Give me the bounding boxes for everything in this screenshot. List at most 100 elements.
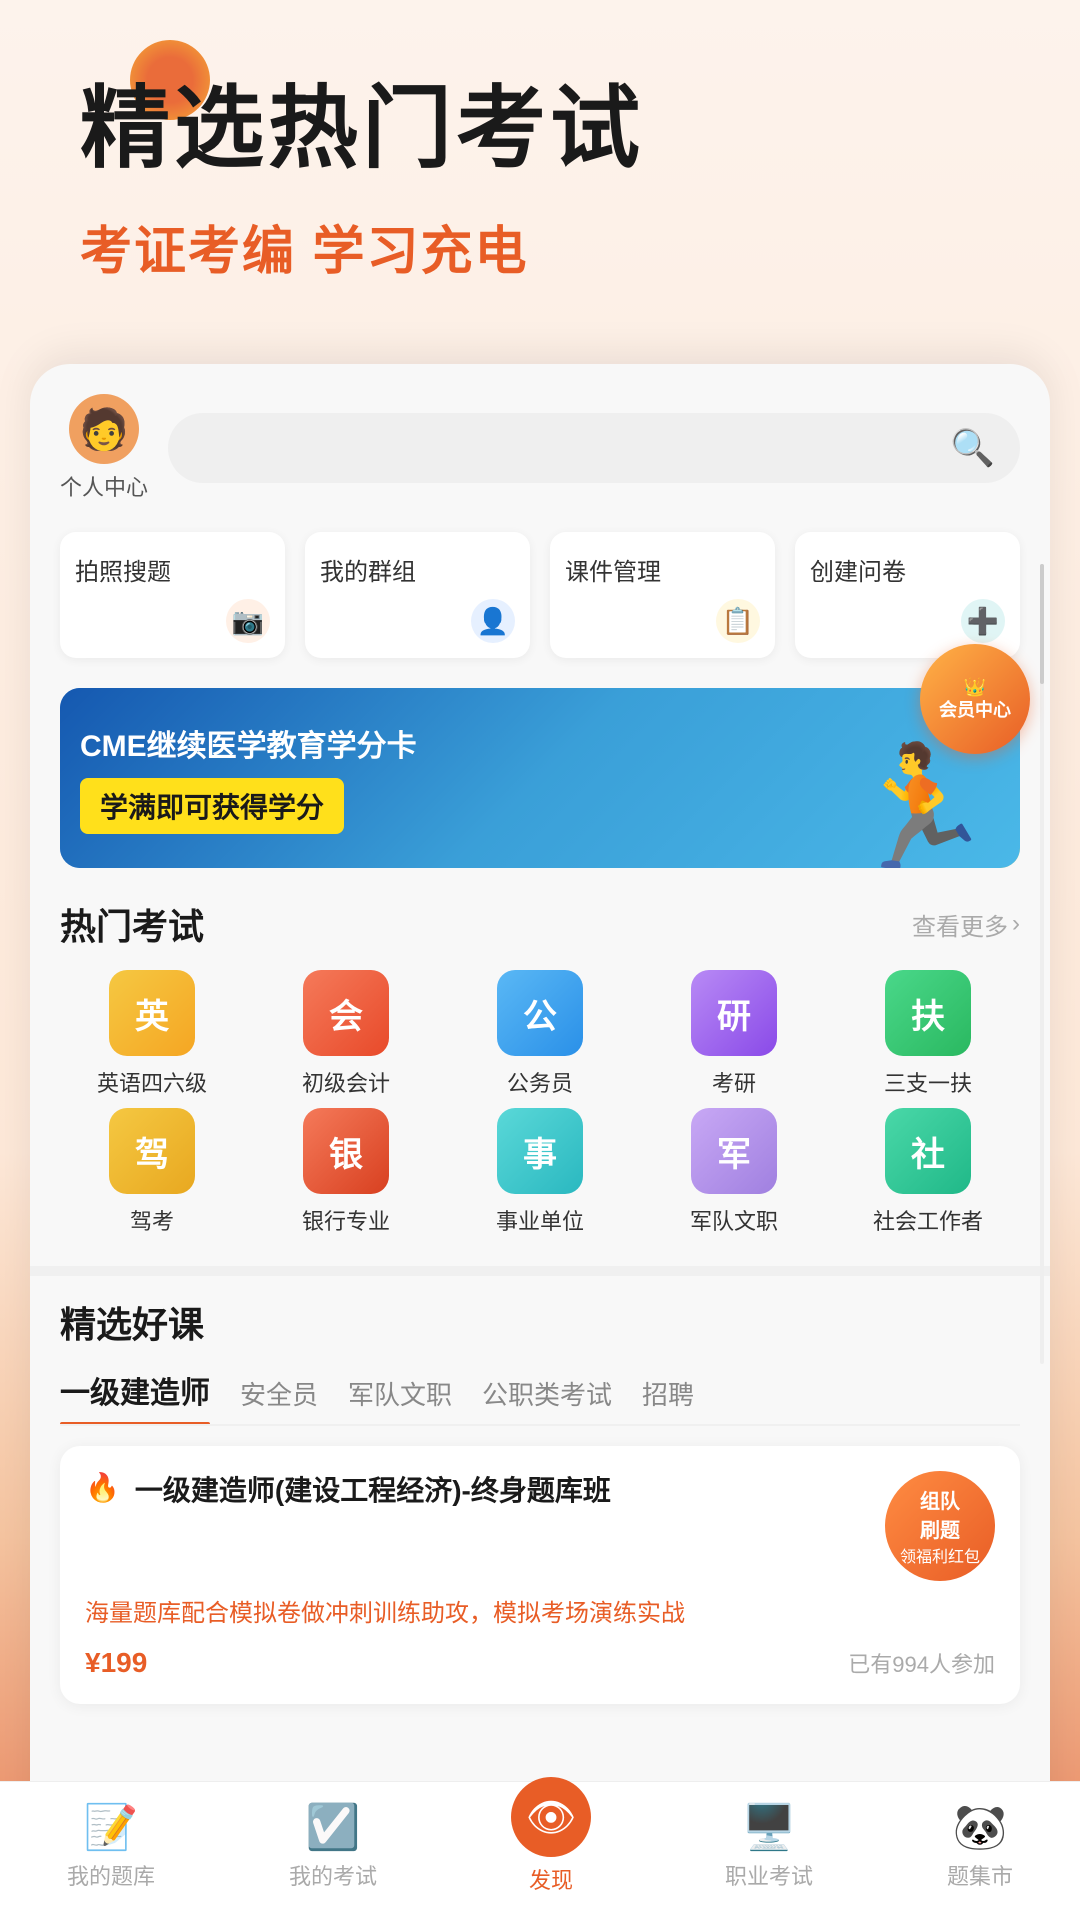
tab-public-exam[interactable]: 公职类考试	[482, 1375, 612, 1424]
add-icon: ➕	[961, 599, 1005, 643]
banner-content: CME继续医学教育学分卡 学满即可获得学分	[80, 722, 417, 834]
tab-safety[interactable]: 安全员	[240, 1375, 318, 1424]
course-card-header: 🔥 一级建造师(建设工程经济)-终身题库班 组队 刷题 领福利红包	[85, 1471, 995, 1581]
exam-icon-postgrad: 研	[691, 970, 777, 1056]
exam-label-driving: 驾考	[130, 1204, 174, 1236]
exam-label-accounting: 初级会计	[302, 1066, 390, 1098]
exam-icon-driving: 驾	[109, 1108, 195, 1194]
tab-recruitment[interactable]: 招聘	[642, 1375, 694, 1424]
banner-character: 🏃	[845, 748, 994, 868]
exam-item-social[interactable]: 社 社会工作者	[836, 1108, 1020, 1236]
qa-label-group: 我的群组	[320, 552, 515, 587]
question-bank-icon: 📝	[84, 1801, 139, 1853]
exam-item-civil[interactable]: 公 公务员	[448, 970, 632, 1098]
exam-icon-rural: 扶	[885, 970, 971, 1056]
nav-label-question-bank: 我的题库	[67, 1859, 155, 1891]
courseware-icon: 📋	[716, 599, 760, 643]
chevron-right-icon: ›	[1012, 910, 1020, 938]
career-exam-icon: 🖥️	[742, 1801, 797, 1853]
exam-label-english: 英语四六级	[97, 1066, 207, 1098]
courses-tabs: 一级建造师 安全员 军队文职 公职类考试 招聘	[60, 1368, 1020, 1426]
search-bar[interactable]: 🔍	[168, 413, 1020, 483]
exam-item-institution[interactable]: 事 事业单位	[448, 1108, 632, 1236]
avatar-section[interactable]: 🧑 个人中心	[60, 394, 148, 502]
course-card-title: 一级建造师(建设工程经济)-终身题库班	[135, 1471, 870, 1510]
discover-icon: 👁	[511, 1777, 591, 1857]
nav-label-my-exam: 我的考试	[289, 1859, 377, 1891]
course-card-desc: 海量题库配合模拟卷做冲刺训练助攻，模拟考场演练实战	[85, 1596, 995, 1632]
my-exam-icon: ☑️	[306, 1801, 361, 1853]
app-card: 👑 会员中心 🧑 个人中心 🔍 拍照搜题 📷 我的群组 👤	[30, 364, 1050, 1844]
vip-badge[interactable]: 👑 会员中心	[920, 644, 1030, 754]
exam-item-military[interactable]: 军 军队文职	[642, 1108, 826, 1236]
exam-item-driving[interactable]: 驾 驾考	[60, 1108, 244, 1236]
hero-subtitle: 考证考编 学习充电	[80, 209, 1020, 284]
scrollbar-track[interactable]	[1040, 564, 1044, 1364]
tab-first-constructor[interactable]: 一级建造师	[60, 1368, 210, 1424]
badge-line1: 组队	[900, 1485, 980, 1514]
cme-banner[interactable]: CME继续医学教育学分卡 学满即可获得学分 🏃	[60, 688, 1020, 868]
bottom-navigation: 📝 我的题库 ☑️ 我的考试 👁 发现 🖥️ 职业考试 🐼 题集市	[0, 1781, 1080, 1920]
avatar: 🧑	[69, 394, 139, 464]
exam-icon-military: 军	[691, 1108, 777, 1194]
nav-question-market[interactable]: 🐼 题集市	[947, 1801, 1013, 1891]
quick-actions: 拍照搜题 📷 我的群组 👤 课件管理 📋 创建问卷 ➕	[30, 522, 1050, 678]
course-card-footer: ¥199 已有994人参加	[85, 1647, 995, 1679]
nav-my-exam[interactable]: ☑️ 我的考试	[289, 1801, 377, 1891]
hero-title: 精选热门考试	[80, 80, 1020, 179]
exam-item-accounting[interactable]: 会 初级会计	[254, 970, 438, 1098]
exam-label-institution: 事业单位	[496, 1204, 584, 1236]
exam-icon-accounting: 会	[303, 970, 389, 1056]
app-header: 🧑 个人中心 🔍	[30, 364, 1050, 522]
fire-icon: 🔥	[85, 1471, 120, 1504]
exam-item-postgrad[interactable]: 研 考研	[642, 970, 826, 1098]
course-badge: 组队 刷题 领福利红包	[885, 1471, 995, 1581]
exam-icon-english: 英	[109, 970, 195, 1056]
course-card[interactable]: 🔥 一级建造师(建设工程经济)-终身题库班 组队 刷题 领福利红包 海量题库配合…	[60, 1446, 1020, 1704]
vip-badge-text: 👑 会员中心	[939, 676, 1011, 723]
exam-item-english[interactable]: 英 英语四六级	[60, 970, 244, 1098]
qa-label-photo: 拍照搜题	[75, 552, 270, 587]
hot-exams-more[interactable]: 查看更多 ›	[912, 907, 1020, 942]
avatar-label: 个人中心	[60, 470, 148, 502]
scrollbar-thumb[interactable]	[1040, 564, 1044, 684]
exam-label-rural: 三支一扶	[884, 1066, 972, 1098]
quick-action-questionnaire[interactable]: 创建问卷 ➕	[795, 532, 1020, 658]
banner-subtitle: 学满即可获得学分	[80, 778, 344, 834]
nav-career-exam[interactable]: 🖥️ 职业考试	[725, 1801, 813, 1891]
courses-section: 精选好课 一级建造师 安全员 军队文职 公职类考试 招聘 🔥 一级建造师(建设	[30, 1296, 1050, 1704]
hot-exams-title: 热门考试	[60, 898, 204, 950]
avatar-icon: 🧑	[79, 406, 129, 453]
exam-label-banking: 银行专业	[302, 1204, 390, 1236]
nav-discover[interactable]: 👁 发现	[511, 1797, 591, 1895]
nav-label-discover: 发现	[529, 1863, 573, 1895]
exam-item-rural[interactable]: 扶 三支一扶	[836, 970, 1020, 1098]
exam-icon-social: 社	[885, 1108, 971, 1194]
course-students: 已有994人参加	[848, 1647, 995, 1679]
exam-icon-civil: 公	[497, 970, 583, 1056]
qa-icon-box-group: 👤	[320, 599, 515, 643]
search-icon: 🔍	[950, 427, 995, 469]
nav-my-question-bank[interactable]: 📝 我的题库	[67, 1801, 155, 1891]
exam-item-banking[interactable]: 银 银行专业	[254, 1108, 438, 1236]
exam-icon-institution: 事	[497, 1108, 583, 1194]
badge-line2: 刷题	[900, 1514, 980, 1543]
quick-action-courseware[interactable]: 课件管理 📋	[550, 532, 775, 658]
quick-action-photo[interactable]: 拍照搜题 📷	[60, 532, 285, 658]
exam-label-postgrad: 考研	[712, 1066, 756, 1098]
qa-label-courseware: 课件管理	[565, 552, 760, 587]
hot-exams-header: 热门考试 查看更多 ›	[30, 888, 1050, 970]
hero-section: 精选热门考试 考证考编 学习充电	[0, 0, 1080, 324]
tab-military-civil[interactable]: 军队文职	[348, 1375, 452, 1424]
qa-icon-box-questionnaire: ➕	[810, 599, 1005, 643]
nav-label-question-market: 题集市	[947, 1859, 1013, 1891]
exam-label-military: 军队文职	[690, 1204, 778, 1236]
qa-label-questionnaire: 创建问卷	[810, 552, 1005, 587]
exam-label-social: 社会工作者	[873, 1204, 983, 1236]
quick-action-group[interactable]: 我的群组 👤	[305, 532, 530, 658]
question-market-icon: 🐼	[953, 1801, 1008, 1853]
exam-grid: 英 英语四六级 会 初级会计 公 公务员 研 考研 扶 三支一扶	[30, 970, 1050, 1246]
nav-label-career-exam: 职业考试	[725, 1859, 813, 1891]
camera-icon: 📷	[226, 599, 270, 643]
course-price: ¥199	[85, 1647, 147, 1679]
